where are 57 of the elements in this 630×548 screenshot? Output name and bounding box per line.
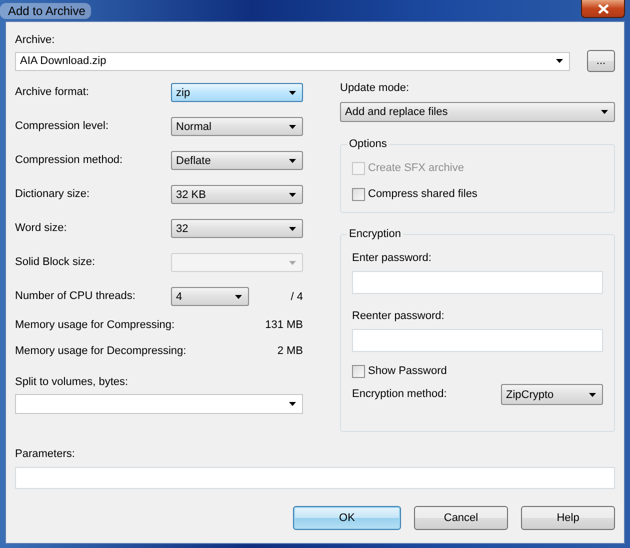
setting-label: Word size: xyxy=(15,222,68,235)
setting-dropdown[interactable]: 4 xyxy=(171,287,249,306)
parameters-label: Parameters: xyxy=(15,448,76,461)
dropdown-arrow-icon xyxy=(601,110,608,114)
thread-count-total: / 4 xyxy=(290,290,303,302)
update-mode-label: Update mode: xyxy=(340,82,410,95)
setting-dropdown[interactable]: Normal xyxy=(171,117,303,136)
setting-label: Solid Block size: xyxy=(15,256,96,269)
close-button[interactable] xyxy=(581,0,625,18)
setting-dropdown[interactable]: 32 KB xyxy=(171,185,303,204)
browse-button[interactable]: ... xyxy=(587,50,615,72)
split-combo[interactable] xyxy=(15,394,303,414)
group-title: Encryption xyxy=(347,228,403,241)
setting-label: Compression method: xyxy=(15,154,124,167)
close-icon xyxy=(598,4,608,14)
dropdown-arrow-icon xyxy=(289,90,296,94)
checkbox[interactable] xyxy=(352,188,365,201)
dialog-button[interactable]: OK xyxy=(293,506,401,530)
encryption-method-dropdown[interactable]: ZipCrypto xyxy=(501,384,603,405)
password-label: Enter password: xyxy=(352,252,432,265)
setting-label: Dictionary size: xyxy=(15,188,91,201)
memory-value: 131 MB xyxy=(265,319,303,332)
checkbox-label: Compress shared files xyxy=(368,188,478,201)
password-label: Reenter password: xyxy=(352,310,446,323)
dialog-button[interactable]: Cancel xyxy=(414,506,508,530)
split-label: Split to volumes, bytes: xyxy=(15,376,130,389)
memory-label: Memory usage for Decompressing: xyxy=(15,345,186,358)
dropdown-arrow-icon xyxy=(556,59,563,63)
dropdown-arrow-icon xyxy=(289,158,296,162)
setting-label: Archive format: xyxy=(15,86,90,99)
parameters-field[interactable] xyxy=(15,467,615,489)
update-mode-dropdown[interactable]: Add and replace files xyxy=(340,102,615,122)
setting-dropdown[interactable]: 32 xyxy=(171,219,303,238)
archive-label: Archive: xyxy=(15,34,56,47)
setting-label: Compression level: xyxy=(15,120,110,133)
dropdown-arrow-icon xyxy=(235,294,242,298)
checkbox-label: Create SFX archive xyxy=(368,162,464,175)
setting-dropdown[interactable]: Deflate xyxy=(171,151,303,170)
dropdown-arrow-icon xyxy=(289,192,296,196)
dropdown-arrow-icon xyxy=(289,260,296,264)
checkbox-label: Show Password xyxy=(368,365,447,378)
checkbox[interactable] xyxy=(352,365,365,378)
password-field[interactable] xyxy=(352,271,603,294)
encryption-method-label: Encryption method: xyxy=(352,388,447,401)
memory-value: 2 MB xyxy=(277,345,303,358)
memory-label: Memory usage for Compressing: xyxy=(15,319,175,332)
setting-dropdown[interactable]: zip xyxy=(171,83,303,102)
dropdown-arrow-icon xyxy=(289,226,296,230)
dropdown-arrow-icon xyxy=(289,124,296,128)
window-title: Add to Archive xyxy=(0,2,92,18)
setting-label: Number of CPU threads: xyxy=(15,290,136,303)
dialog-button[interactable]: Help xyxy=(521,506,615,530)
dropdown-arrow-icon xyxy=(589,392,596,396)
archive-combo[interactable]: AIA Download.zip xyxy=(15,52,570,70)
password-field[interactable] xyxy=(352,329,603,352)
group-title: Options xyxy=(347,138,389,151)
dropdown-arrow-icon xyxy=(289,402,296,406)
